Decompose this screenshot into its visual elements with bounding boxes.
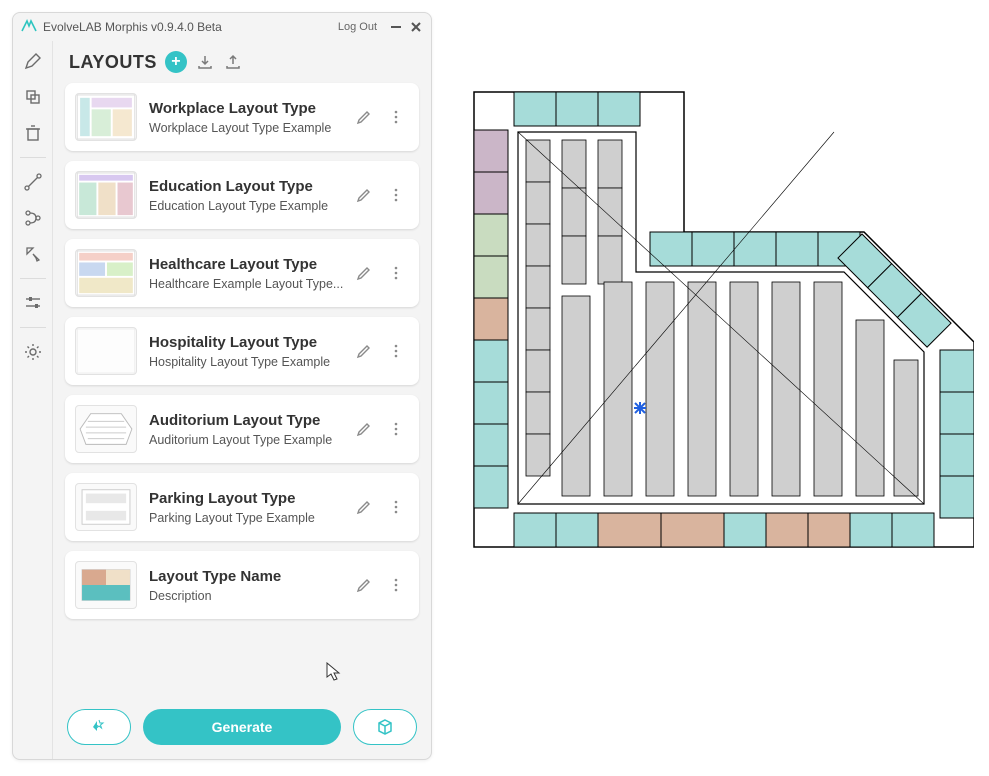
layout-desc: Auditorium Layout Type Example bbox=[149, 433, 351, 447]
toolbar-divider bbox=[20, 327, 46, 328]
layout-title: Layout Type Name bbox=[149, 568, 351, 585]
floor-plan-canvas[interactable] bbox=[464, 82, 974, 552]
layout-thumbnail bbox=[75, 171, 137, 219]
layout-desc: Hospitality Layout Type Example bbox=[149, 355, 351, 369]
layout-desc: Workplace Layout Type Example bbox=[149, 121, 351, 135]
trash-tool-icon[interactable] bbox=[17, 117, 49, 149]
edit-layout-icon[interactable] bbox=[351, 338, 377, 364]
export-icon[interactable] bbox=[223, 52, 243, 72]
layout-thumbnail bbox=[75, 483, 137, 531]
select-tool-icon[interactable] bbox=[17, 238, 49, 270]
morphis-panel: EvolveLAB Morphis v0.9.4.0 Beta Log Out … bbox=[12, 12, 432, 760]
layout-card[interactable]: Auditorium Layout Type Auditorium Layout… bbox=[65, 395, 419, 463]
layout-thumbnail bbox=[75, 327, 137, 375]
edit-layout-icon[interactable] bbox=[351, 260, 377, 286]
auto-pick-button[interactable] bbox=[67, 709, 131, 745]
layout-desc: Education Layout Type Example bbox=[149, 199, 351, 213]
layout-menu-icon[interactable] bbox=[383, 416, 409, 442]
layout-title: Hospitality Layout Type bbox=[149, 334, 351, 351]
layout-thumbnail bbox=[75, 561, 137, 609]
copy-tool-icon[interactable] bbox=[17, 81, 49, 113]
generate-label: Generate bbox=[212, 719, 273, 735]
edit-layout-icon[interactable] bbox=[351, 494, 377, 520]
layout-thumbnail bbox=[75, 93, 137, 141]
edit-layout-icon[interactable] bbox=[351, 572, 377, 598]
line-tool-icon[interactable] bbox=[17, 166, 49, 198]
layout-card[interactable]: Healthcare Layout Type Healthcare Exampl… bbox=[65, 239, 419, 307]
layout-desc: Healthcare Example Layout Type... bbox=[149, 277, 351, 291]
app-logo-icon bbox=[21, 18, 37, 37]
layout-card[interactable]: Workplace Layout Type Workplace Layout T… bbox=[65, 83, 419, 151]
settings-tool-icon[interactable] bbox=[17, 336, 49, 368]
titlebar: EvolveLAB Morphis v0.9.4.0 Beta Log Out bbox=[13, 13, 431, 41]
sliders-tool-icon[interactable] bbox=[17, 287, 49, 319]
layout-title: Education Layout Type bbox=[149, 178, 351, 195]
add-layout-button[interactable]: + bbox=[165, 51, 187, 73]
logout-link[interactable]: Log Out bbox=[338, 21, 377, 33]
layout-title: Healthcare Layout Type bbox=[149, 256, 351, 273]
edit-layout-icon[interactable] bbox=[351, 416, 377, 442]
layout-menu-icon[interactable] bbox=[383, 104, 409, 130]
toolbar-divider bbox=[20, 278, 46, 279]
layout-card[interactable]: Layout Type Name Description bbox=[65, 551, 419, 619]
minimize-button[interactable] bbox=[387, 18, 405, 36]
panel-footer: Generate bbox=[53, 699, 431, 759]
edit-layout-icon[interactable] bbox=[351, 104, 377, 130]
window-title: EvolveLAB Morphis v0.9.4.0 Beta bbox=[43, 20, 338, 34]
layout-card[interactable]: Parking Layout Type Parking Layout Type … bbox=[65, 473, 419, 541]
mouse-cursor-icon bbox=[326, 662, 342, 687]
cube-button[interactable] bbox=[353, 709, 417, 745]
layout-desc: Description bbox=[149, 589, 351, 603]
layout-menu-icon[interactable] bbox=[383, 338, 409, 364]
layout-title: Parking Layout Type bbox=[149, 490, 351, 507]
layouts-list: Workplace Layout Type Workplace Layout T… bbox=[53, 79, 431, 699]
generate-button[interactable]: Generate bbox=[143, 709, 341, 745]
layout-desc: Parking Layout Type Example bbox=[149, 511, 351, 525]
layout-title: Auditorium Layout Type bbox=[149, 412, 351, 429]
toolbar-divider bbox=[20, 157, 46, 158]
close-button[interactable] bbox=[407, 18, 425, 36]
layout-thumbnail bbox=[75, 405, 137, 453]
import-icon[interactable] bbox=[195, 52, 215, 72]
panel-header: LAYOUTS + bbox=[53, 41, 431, 79]
layout-title: Workplace Layout Type bbox=[149, 100, 351, 117]
layout-menu-icon[interactable] bbox=[383, 260, 409, 286]
layout-thumbnail bbox=[75, 249, 137, 297]
left-toolbar bbox=[13, 41, 53, 759]
layout-menu-icon[interactable] bbox=[383, 494, 409, 520]
layout-card[interactable]: Hospitality Layout Type Hospitality Layo… bbox=[65, 317, 419, 385]
layout-card[interactable]: Education Layout Type Education Layout T… bbox=[65, 161, 419, 229]
panel-title: LAYOUTS bbox=[69, 52, 157, 73]
layout-menu-icon[interactable] bbox=[383, 572, 409, 598]
edit-layout-icon[interactable] bbox=[351, 182, 377, 208]
pencil-tool-icon[interactable] bbox=[17, 45, 49, 77]
layout-menu-icon[interactable] bbox=[383, 182, 409, 208]
branch-tool-icon[interactable] bbox=[17, 202, 49, 234]
